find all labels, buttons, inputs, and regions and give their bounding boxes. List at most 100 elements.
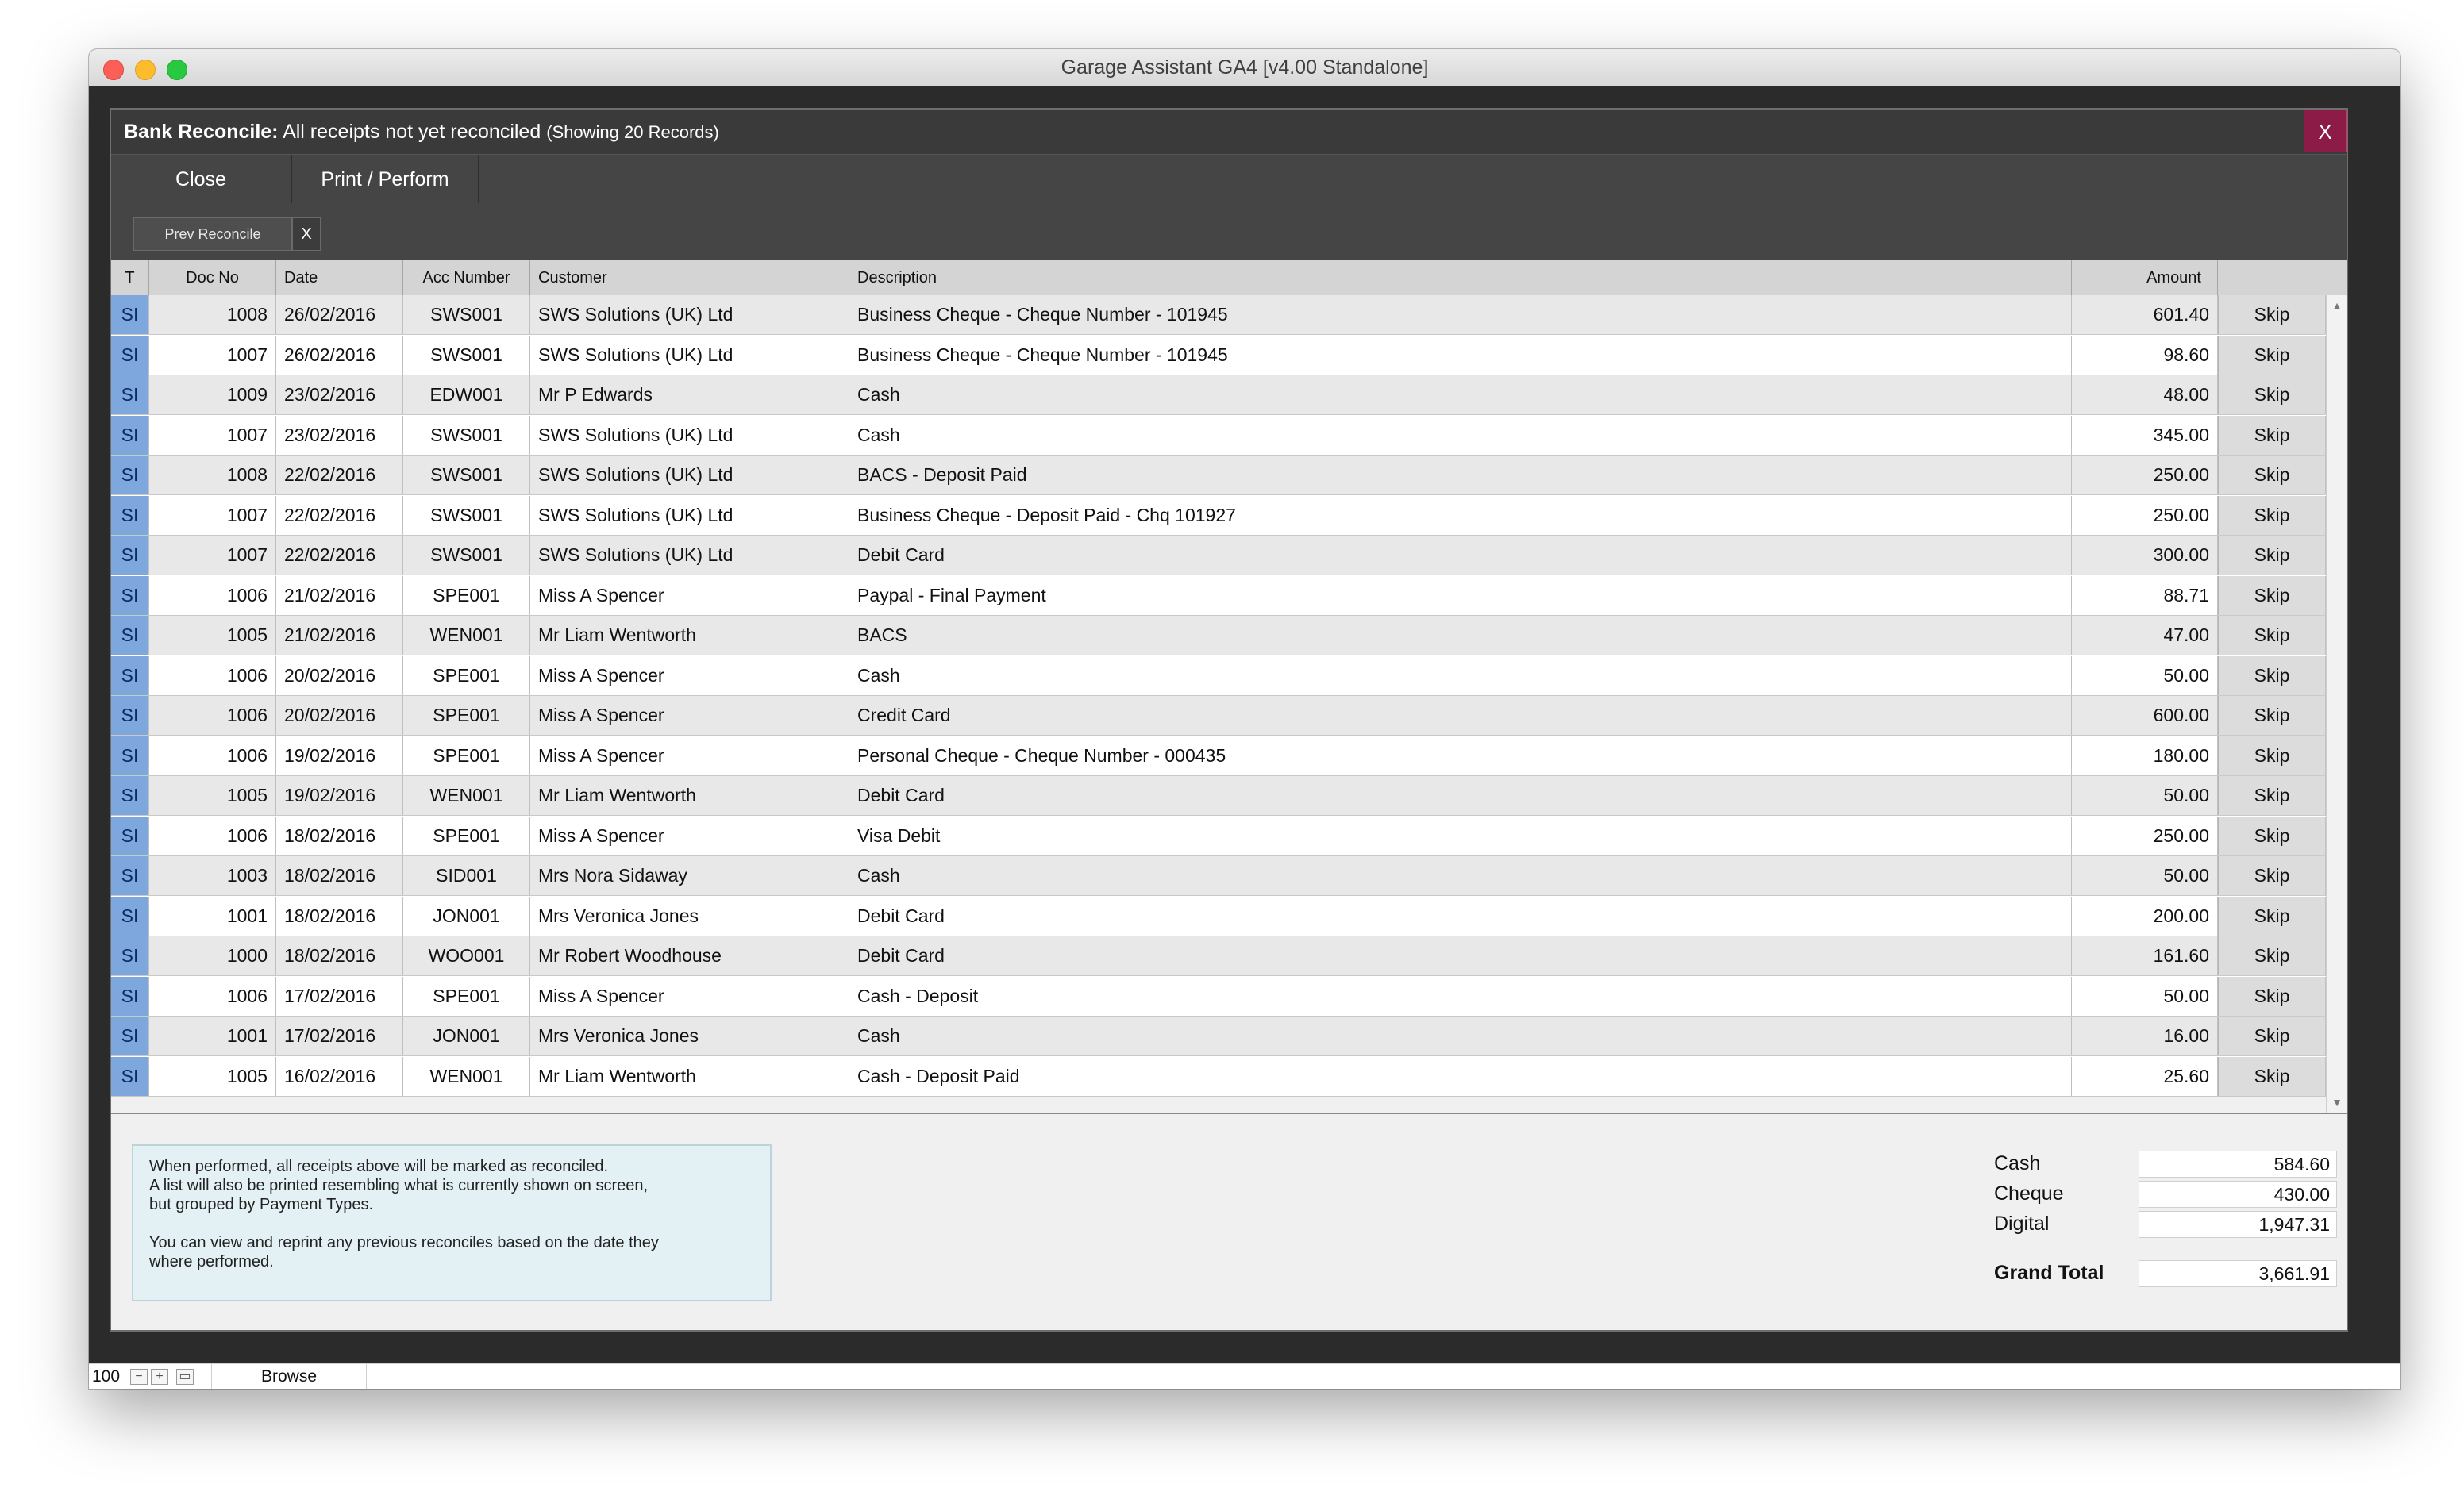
skip-button[interactable]: Skip bbox=[2218, 1056, 2326, 1096]
column-header-type[interactable]: T bbox=[111, 260, 149, 295]
skip-button[interactable]: Skip bbox=[2218, 536, 2326, 575]
description-cell: Business Cheque - Deposit Paid - Chq 101… bbox=[849, 495, 2072, 535]
skip-button[interactable]: Skip bbox=[2218, 696, 2326, 735]
table-row[interactable]: SI 1006 17/02/2016 SPE001 Miss A Spencer Cash… bbox=[111, 976, 2326, 1017]
skip-button[interactable]: Skip bbox=[2218, 976, 2326, 1016]
acc-number-cell: SPE001 bbox=[403, 976, 530, 1016]
table-row[interactable]: SI 1008 26/02/2016 SWS001 SWS Solutions (UK)… bbox=[111, 295, 2326, 335]
date-cell: 21/02/2016 bbox=[276, 616, 403, 655]
acc-number-cell: SPE001 bbox=[403, 655, 530, 695]
table-row[interactable]: SI 1006 19/02/2016 SPE001 Miss A Spencer Pers… bbox=[111, 736, 2326, 776]
doc-no-cell: 1001 bbox=[149, 1017, 276, 1055]
skip-button[interactable]: Skip bbox=[2218, 375, 2326, 414]
table-row[interactable]: SI 1008 22/02/2016 SWS001 SWS Solutions (UK)… bbox=[111, 456, 2326, 495]
scroll-up-icon[interactable]: ▲ bbox=[2327, 295, 2347, 316]
amount-cell: 600.00 bbox=[2072, 696, 2218, 735]
column-header-doc-no[interactable]: Doc No bbox=[149, 260, 276, 295]
doc-no-cell: 1006 bbox=[149, 816, 276, 855]
table-row[interactable]: SI 1005 19/02/2016 WEN001 Mr Liam Wentworth D… bbox=[111, 776, 2326, 816]
acc-number-cell: SWS001 bbox=[403, 495, 530, 535]
date-cell: 21/02/2016 bbox=[276, 575, 403, 615]
table-scrollbar[interactable]: ▲ ▼ bbox=[2326, 295, 2347, 1113]
table-row[interactable]: SI 1006 21/02/2016 SPE001 Miss A Spencer Payp… bbox=[111, 575, 2326, 616]
window-content: Bank Reconcile: All receipts not yet rec… bbox=[89, 86, 2400, 1363]
table-row[interactable]: SI 1000 18/02/2016 WOO001 Mr Robert Woodhous… bbox=[111, 936, 2326, 976]
table-row[interactable]: SI 1007 26/02/2016 SWS001 SWS Solutions (UK)… bbox=[111, 335, 2326, 375]
skip-button[interactable]: Skip bbox=[2218, 295, 2326, 334]
zoom-out-icon[interactable]: − bbox=[130, 1369, 148, 1385]
skip-button[interactable]: Skip bbox=[2218, 816, 2326, 855]
table-row[interactable]: SI 1005 16/02/2016 WEN001 Mr Liam Wentworth C… bbox=[111, 1056, 2326, 1097]
description-cell: Visa Debit bbox=[849, 816, 2072, 855]
type-cell: SI bbox=[111, 375, 149, 414]
table-row[interactable]: SI 1007 22/02/2016 SWS001 SWS Solutions (UK)… bbox=[111, 495, 2326, 536]
amount-cell: 601.40 bbox=[2072, 295, 2218, 334]
description-cell: Cash - Deposit bbox=[849, 976, 2072, 1016]
toolbar-toggle-icon[interactable]: ▭ bbox=[176, 1369, 194, 1385]
dialog-close-button[interactable]: X bbox=[2304, 110, 2347, 152]
column-header-customer[interactable]: Customer bbox=[530, 260, 849, 295]
mode-indicator[interactable]: Browse bbox=[211, 1364, 367, 1389]
date-cell: 17/02/2016 bbox=[276, 1017, 403, 1055]
table-row[interactable]: SI 1007 23/02/2016 SWS001 SWS Solutions (UK)… bbox=[111, 415, 2326, 456]
date-cell: 23/02/2016 bbox=[276, 375, 403, 414]
close-button[interactable]: Close bbox=[111, 155, 292, 204]
skip-button[interactable]: Skip bbox=[2218, 776, 2326, 815]
skip-button[interactable]: Skip bbox=[2218, 856, 2326, 895]
date-cell: 18/02/2016 bbox=[276, 816, 403, 855]
skip-button[interactable]: Skip bbox=[2218, 616, 2326, 655]
column-header-acc-number[interactable]: Acc Number bbox=[403, 260, 530, 295]
skip-button[interactable]: Skip bbox=[2218, 1017, 2326, 1055]
column-header-amount[interactable]: Amount bbox=[2072, 260, 2218, 295]
skip-button[interactable]: Skip bbox=[2218, 456, 2326, 494]
acc-number-cell: SID001 bbox=[403, 856, 530, 895]
type-cell: SI bbox=[111, 976, 149, 1016]
date-cell: 23/02/2016 bbox=[276, 415, 403, 455]
skip-button[interactable]: Skip bbox=[2218, 655, 2326, 695]
digital-total-value: 1,947.31 bbox=[2139, 1211, 2337, 1238]
doc-no-cell: 1005 bbox=[149, 616, 276, 655]
date-cell: 20/02/2016 bbox=[276, 696, 403, 735]
info-panel: When performed, all receipts above will … bbox=[132, 1144, 772, 1301]
print-perform-button[interactable]: Print / Perform bbox=[292, 155, 479, 204]
doc-no-cell: 1000 bbox=[149, 936, 276, 975]
table-row[interactable]: SI 1009 23/02/2016 EDW001 Mr P Edwards Cash 48… bbox=[111, 375, 2326, 415]
amount-cell: 345.00 bbox=[2072, 415, 2218, 455]
type-cell: SI bbox=[111, 696, 149, 735]
table-row[interactable]: SI 1006 20/02/2016 SPE001 Miss A Spencer Cred… bbox=[111, 696, 2326, 736]
date-cell: 26/02/2016 bbox=[276, 295, 403, 334]
zoom-in-icon[interactable]: + bbox=[151, 1369, 168, 1385]
skip-button[interactable]: Skip bbox=[2218, 575, 2326, 615]
table-row[interactable]: SI 1003 18/02/2016 SID001 Mrs Nora Sidaway Ca… bbox=[111, 856, 2326, 896]
doc-no-cell: 1006 bbox=[149, 575, 276, 615]
type-cell: SI bbox=[111, 295, 149, 334]
customer-cell: Miss A Spencer bbox=[530, 736, 849, 775]
skip-button[interactable]: Skip bbox=[2218, 936, 2326, 975]
prev-reconcile-dropdown[interactable]: Prev Reconcile bbox=[133, 217, 292, 251]
type-cell: SI bbox=[111, 896, 149, 936]
cash-total-label: Cash bbox=[1994, 1152, 2041, 1174]
amount-cell: 88.71 bbox=[2072, 575, 2218, 615]
table-row[interactable]: SI 1007 22/02/2016 SWS001 SWS Solutions (UK)… bbox=[111, 536, 2326, 575]
skip-button[interactable]: Skip bbox=[2218, 896, 2326, 936]
column-header-date[interactable]: Date bbox=[276, 260, 403, 295]
skip-button[interactable]: Skip bbox=[2218, 335, 2326, 375]
zoom-level[interactable]: 100 bbox=[92, 1364, 120, 1389]
title-bar: Garage Assistant GA4 [v4.00 Standalone] bbox=[89, 49, 2400, 86]
skip-button[interactable]: Skip bbox=[2218, 736, 2326, 775]
table-row[interactable]: SI 1006 20/02/2016 SPE001 Miss A Spencer Cash… bbox=[111, 655, 2326, 696]
receipts-table: SI 1008 26/02/2016 SWS001 SWS Solutions (UK)… bbox=[111, 295, 2347, 1097]
table-row[interactable]: SI 1001 18/02/2016 JON001 Mrs Veronica Jones… bbox=[111, 896, 2326, 936]
date-cell: 20/02/2016 bbox=[276, 655, 403, 695]
table-row[interactable]: SI 1001 17/02/2016 JON001 Mrs Veronica Jones… bbox=[111, 1017, 2326, 1056]
table-row[interactable]: SI 1005 21/02/2016 WEN001 Mr Liam Wentworth B… bbox=[111, 616, 2326, 655]
description-cell: Cash bbox=[849, 655, 2072, 695]
clear-filter-button[interactable]: X bbox=[292, 217, 321, 251]
skip-button[interactable]: Skip bbox=[2218, 495, 2326, 535]
table-row[interactable]: SI 1006 18/02/2016 SPE001 Miss A Spencer Visa… bbox=[111, 816, 2326, 856]
info-line: When performed, all receipts above will … bbox=[149, 1158, 609, 1175]
scroll-down-icon[interactable]: ▼ bbox=[2327, 1092, 2347, 1113]
skip-button[interactable]: Skip bbox=[2218, 415, 2326, 455]
type-cell: SI bbox=[111, 415, 149, 455]
column-header-description[interactable]: Description bbox=[849, 260, 2072, 295]
